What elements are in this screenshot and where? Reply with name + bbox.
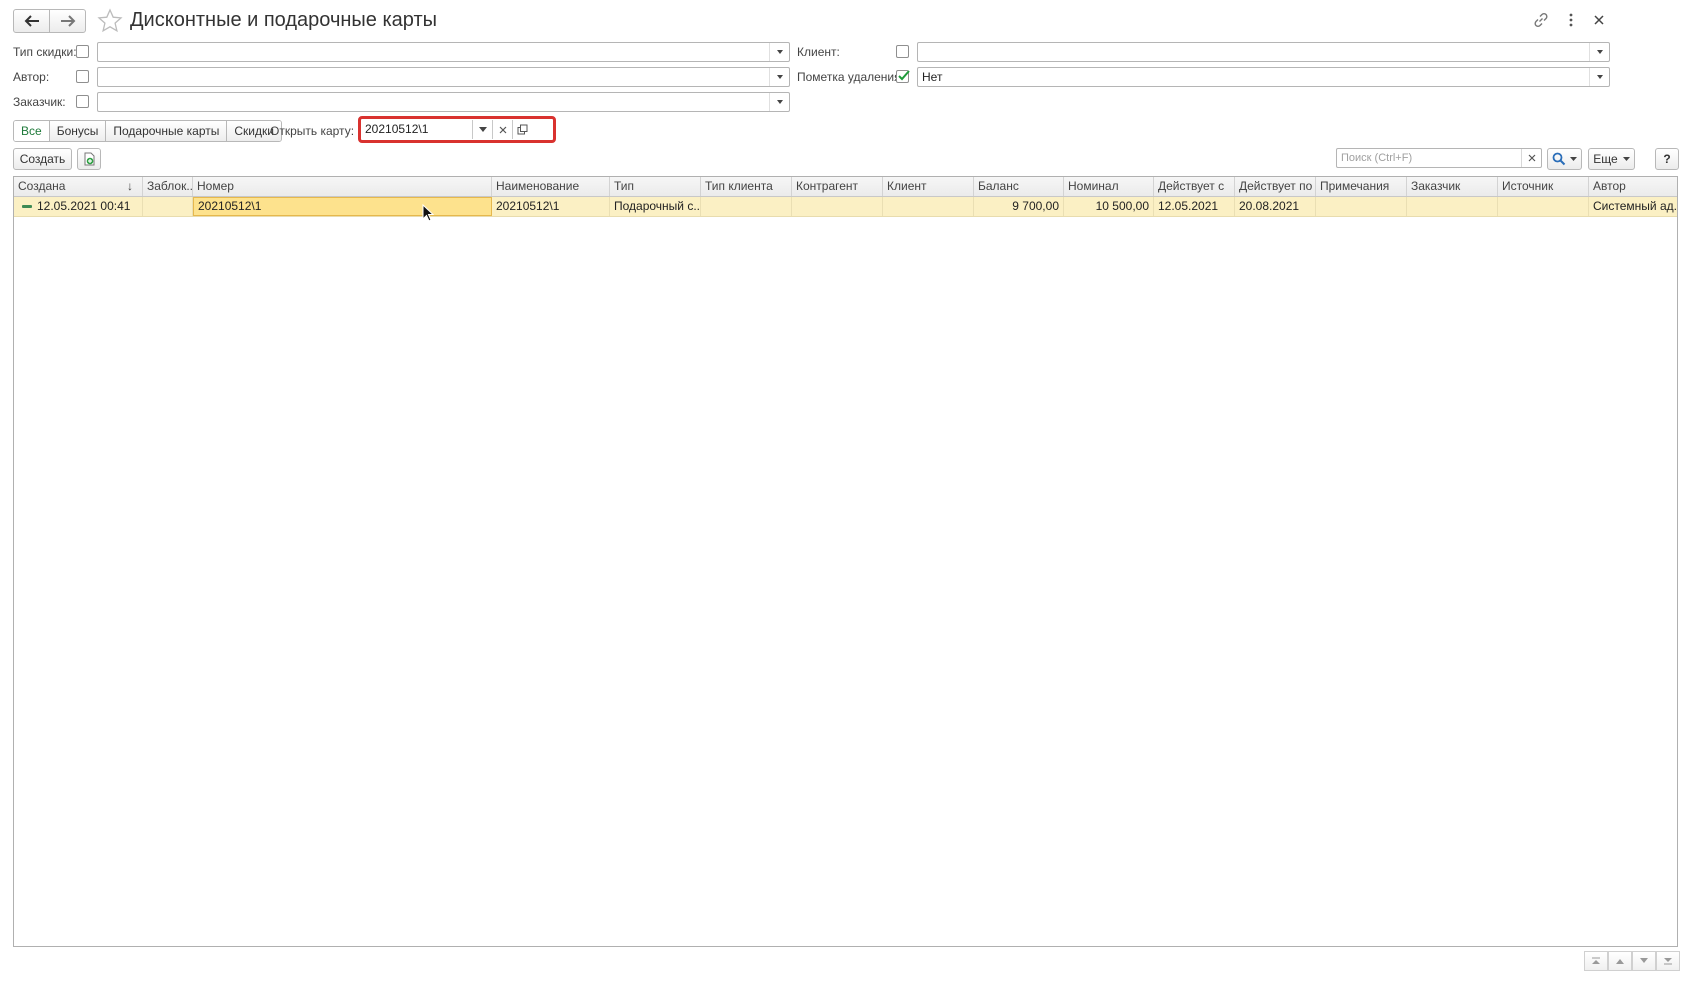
chevron-down-icon[interactable] [769,68,789,86]
page-title: Дисконтные и подарочные карты [130,9,438,31]
client-label: Клиент: [797,45,840,59]
card-type-tabs: Все Бонусы Подарочные карты Скидки [13,120,282,142]
cell-client-type[interactable] [701,197,792,216]
customer-label: Заказчик: [13,95,66,109]
author-label: Автор: [13,70,50,84]
discount-type-checkbox[interactable] [76,45,89,58]
chevron-down-icon[interactable] [1589,68,1609,86]
column-header-counterparty[interactable]: Контрагент [792,177,883,196]
create-button[interactable]: Создать [13,148,72,170]
deletion-mark-checkbox[interactable] [896,70,910,83]
forward-arrow-icon [60,15,75,27]
discount-type-label: Тип скидки: [13,45,77,59]
author-field[interactable] [97,67,790,87]
tab-gift-cards[interactable]: Подарочные карты [106,121,228,141]
back-arrow-icon [24,15,39,27]
last-page-icon [1664,958,1672,965]
column-header-notes[interactable]: Примечания [1316,177,1407,196]
cell-source[interactable] [1498,197,1589,216]
cell-nominal[interactable]: 10 500,00 [1064,197,1154,216]
column-header-number[interactable]: Номер [193,177,492,196]
scroll-down-button[interactable] [1632,951,1656,971]
open-card-label: Открыть карту: [270,124,355,138]
cell-number[interactable]: 20210512\1 [193,197,492,216]
cell-valid-to[interactable]: 20.08.2021 [1235,197,1316,216]
column-header-balance[interactable]: Баланс [974,177,1064,196]
author-checkbox[interactable] [76,70,89,83]
more-vertical-icon[interactable] [1566,11,1576,29]
search-button[interactable] [1547,148,1582,170]
column-header-valid-from[interactable]: Действует с [1154,177,1235,196]
cell-author[interactable]: Системный ад... [1589,197,1677,216]
close-icon[interactable] [1592,11,1606,29]
column-header-valid-to[interactable]: Действует по [1235,177,1316,196]
cell-blocked[interactable] [143,197,193,216]
deletion-mark-field[interactable]: Нет [917,67,1610,87]
cards-table[interactable]: Создана ↓ Заблок... Номер Наименование Ти… [13,176,1678,947]
card-status-icon [22,205,32,208]
cell-client[interactable] [883,197,974,216]
cell-created[interactable]: 12.05.2021 00:41 [14,197,143,216]
open-card-dropdown-button[interactable] [472,120,492,139]
column-header-nominal[interactable]: Номинал [1064,177,1154,196]
column-header-blocked[interactable]: Заблок... [143,177,193,196]
column-header-client[interactable]: Клиент [883,177,974,196]
create-group-button[interactable] [77,148,101,170]
search-icon [1552,152,1566,166]
chevron-down-icon [1570,157,1577,161]
clear-search-icon[interactable] [1521,149,1541,167]
column-header-author[interactable]: Автор [1589,177,1677,196]
chevron-up-icon [1616,959,1624,964]
cell-counterparty[interactable] [792,197,883,216]
clear-icon [499,126,506,133]
table-header: Создана ↓ Заблок... Номер Наименование Ти… [14,177,1677,197]
cell-type[interactable]: Подарочный с... [610,197,701,216]
mouse-cursor-icon [422,204,434,222]
scroll-to-first-button[interactable] [1584,951,1608,971]
checkmark-icon [898,70,910,81]
table-row[interactable]: 12.05.2021 00:41 20210512\1 20210512\1 П… [14,197,1677,217]
customer-checkbox[interactable] [76,95,89,108]
chevron-down-icon[interactable] [769,43,789,61]
tab-bonuses[interactable]: Бонусы [49,121,107,141]
chevron-down-icon[interactable] [769,93,789,111]
scroll-up-button[interactable] [1608,951,1632,971]
cell-balance[interactable]: 9 700,00 [974,197,1064,216]
first-page-icon [1592,957,1600,964]
chevron-down-icon [478,127,487,132]
cell-customer[interactable] [1407,197,1498,216]
column-header-client-type[interactable]: Тип клиента [701,177,792,196]
cell-valid-from[interactable]: 12.05.2021 [1154,197,1235,216]
client-checkbox[interactable] [896,45,909,58]
open-card-open-button[interactable] [512,120,532,139]
deletion-mark-label: Пометка удаления: [797,70,904,84]
search-input[interactable]: Поиск (Ctrl+F) [1336,148,1542,168]
discount-type-field[interactable] [97,42,790,62]
more-button[interactable]: Еще [1588,148,1635,170]
chevron-down-icon [1640,958,1648,963]
help-button[interactable]: ? [1655,148,1679,170]
back-button[interactable] [13,9,50,33]
scroll-to-last-button[interactable] [1656,951,1680,971]
column-header-customer[interactable]: Заказчик [1407,177,1498,196]
column-header-name[interactable]: Наименование [492,177,610,196]
column-header-type[interactable]: Тип [610,177,701,196]
open-card-clear-button[interactable] [492,120,512,139]
forward-button[interactable] [49,9,86,33]
customer-field[interactable] [97,92,790,112]
column-header-created[interactable]: Создана ↓ [14,177,143,196]
tab-all[interactable]: Все [14,121,50,141]
sort-descending-icon: ↓ [127,179,133,193]
cell-name[interactable]: 20210512\1 [492,197,610,216]
column-header-source[interactable]: Источник [1498,177,1589,196]
chevron-down-icon [1622,157,1630,161]
cell-notes[interactable] [1316,197,1407,216]
add-document-icon [84,152,95,166]
client-field[interactable] [917,42,1610,62]
chevron-down-icon[interactable] [1589,43,1609,61]
open-window-icon [517,124,528,135]
link-icon[interactable] [1532,11,1550,29]
star-icon[interactable] [97,8,123,34]
